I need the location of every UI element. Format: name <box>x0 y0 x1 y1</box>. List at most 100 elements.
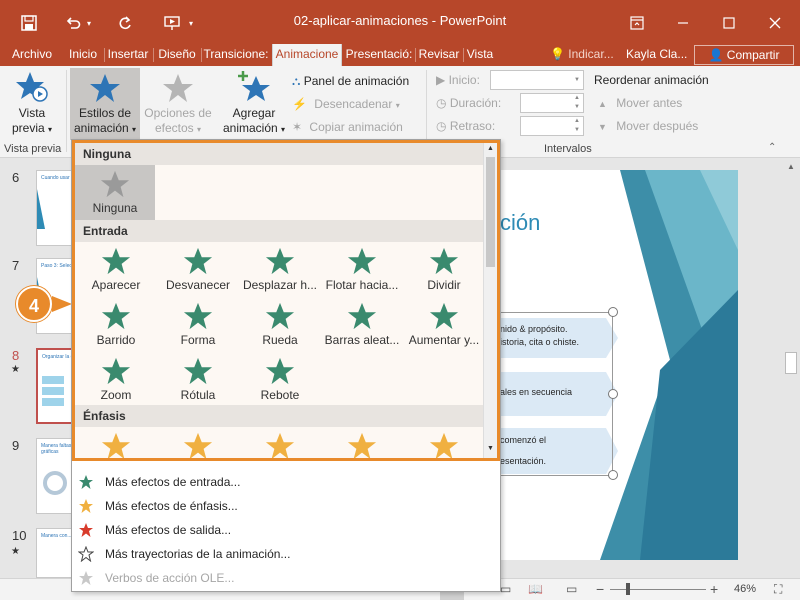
emphasis-effect-0[interactable] <box>75 427 157 458</box>
entrance-effect-9[interactable]: Aumentar y... <box>403 297 485 352</box>
tab-animaciones[interactable]: Animacione <box>272 44 342 66</box>
collapse-ribbon-icon[interactable]: ⌃ <box>768 142 776 153</box>
more-exit-effects[interactable]: Más efectos de salida... <box>72 518 500 542</box>
animation-painter-button[interactable]: ✶ Copiar animación <box>292 117 403 137</box>
tab-presentacion[interactable]: Presentació: <box>344 44 414 66</box>
entrance-effect-4[interactable]: Dividir <box>403 242 485 297</box>
more-emphasis-effects[interactable]: Más efectos de énfasis... <box>72 494 500 518</box>
duration-label: ◷ Duración: <box>436 96 502 110</box>
entrance-effect-6[interactable]: Forma <box>157 297 239 352</box>
redo-icon[interactable] <box>114 12 136 34</box>
minimize-icon[interactable] <box>672 12 694 34</box>
entrance-effect-2[interactable]: Desplazar h... <box>239 242 321 297</box>
user-name[interactable]: Kayla Cla... <box>626 44 688 66</box>
zoom-slider[interactable] <box>610 589 706 590</box>
emphasis-effect-3[interactable] <box>321 427 403 458</box>
tab-transiciones[interactable]: Transicione: <box>203 44 269 66</box>
tab-inicio[interactable]: Inicio <box>64 44 102 66</box>
scroll-thumb[interactable] <box>486 157 495 267</box>
slideshow-view-icon[interactable]: ▭ <box>566 582 577 596</box>
lightbulb-icon: 💡 <box>550 47 565 61</box>
play-icon: ▶ <box>436 73 446 87</box>
fit-slide-icon[interactable]: ⛶ <box>774 582 782 597</box>
entrance-effect-star-icon <box>101 302 131 330</box>
emphasis-effect-2[interactable] <box>239 427 321 458</box>
entrance-effect-star-icon <box>347 302 377 330</box>
triangle-down-icon: ▼ <box>598 122 607 132</box>
entrance-effect-label: Rótula <box>180 388 216 402</box>
undo-dropdown-icon[interactable]: ▾ <box>84 12 94 34</box>
entrance-effect-5[interactable]: Barrido <box>75 297 157 352</box>
tab-diseno[interactable]: Diseño <box>155 44 199 66</box>
current-slide[interactable]: ción nido & propósito. istoria, cita o c… <box>500 170 738 560</box>
tell-me-box[interactable]: 💡 Indicar... <box>550 44 616 66</box>
entrance-effect-star-icon <box>101 357 131 385</box>
effect-none[interactable]: Ninguna <box>75 165 155 220</box>
zoom-out-icon[interactable]: − <box>596 581 604 597</box>
ole-action-verbs[interactable]: Verbos de acción OLE... <box>72 566 500 590</box>
zoom-slider-thumb[interactable] <box>626 583 630 595</box>
entrance-effect-star-icon <box>265 357 295 385</box>
resize-handle[interactable] <box>608 470 618 480</box>
zoom-level[interactable]: 46% <box>734 583 756 595</box>
tab-revisar[interactable]: Revisar <box>417 44 461 66</box>
maximize-icon[interactable] <box>718 12 740 34</box>
entrance-effect-8[interactable]: Barras aleat... <box>321 297 403 352</box>
entrance-effect-label: Barras aleat... <box>324 333 400 347</box>
entrance-effect-3[interactable]: Flotar hacia... <box>321 242 403 297</box>
section-entrance-header: Entrada <box>75 220 485 242</box>
effect-options-button[interactable]: Opciones de efectos ▾ <box>142 68 214 140</box>
entrance-effect-label: Aumentar y... <box>408 333 480 347</box>
start-select[interactable]: ▼ <box>490 70 584 90</box>
scroll-thumb[interactable] <box>785 352 797 374</box>
share-button[interactable]: 👤 Compartir <box>694 45 794 65</box>
vertical-scrollbar[interactable]: ▲ <box>782 158 800 578</box>
undo-icon[interactable] <box>62 12 84 34</box>
animation-styles-star-icon <box>90 74 120 102</box>
animation-gallery: Ninguna Ninguna Entrada Aparecer Desvanec… <box>72 140 500 461</box>
close-icon[interactable] <box>764 12 786 34</box>
entrance-effect-0[interactable]: Aparecer <box>75 242 157 297</box>
comments-icon[interactable]: ▭ <box>500 582 511 596</box>
qat-customize-icon[interactable]: ▾ <box>186 12 196 34</box>
move-later-button[interactable]: ▼ Mover después <box>598 116 698 136</box>
spin-down-icon: ▼ <box>574 127 580 133</box>
emphasis-effect-1[interactable] <box>157 427 239 458</box>
emphasis-effect-4[interactable] <box>403 427 485 458</box>
trigger-button[interactable]: ⚡ Desencadenar ▾ <box>292 94 400 114</box>
effect-options-star-icon <box>163 74 193 102</box>
entrance-effect-10[interactable]: Zoom <box>75 352 157 407</box>
resize-handle[interactable] <box>608 307 618 317</box>
tab-archivo[interactable]: Archivo <box>4 44 60 66</box>
scroll-up-icon[interactable]: ▲ <box>487 145 494 152</box>
save-icon[interactable] <box>18 12 40 34</box>
zoom-in-icon[interactable]: + <box>710 581 718 597</box>
scroll-down-icon[interactable]: ▼ <box>487 445 494 452</box>
animation-styles-button[interactable]: Estilos de animación ▾ <box>70 68 140 140</box>
move-earlier-button[interactable]: ▲ Mover antes <box>598 93 682 113</box>
present-from-start-icon[interactable] <box>162 12 184 34</box>
animation-pane-button[interactable]: ⛬ Panel de animación <box>292 71 409 91</box>
scroll-up-icon[interactable]: ▲ <box>787 162 795 171</box>
more-motion-paths[interactable]: Más trayectorias de la animación... <box>72 542 500 566</box>
preview-button[interactable]: Vista previa ▾ <box>4 70 60 140</box>
entrance-effect-11[interactable]: Rótula <box>157 352 239 407</box>
more-entrance-effects[interactable]: Más efectos de entrada... <box>72 470 500 494</box>
gallery-scrollbar[interactable]: ▲ ▼ <box>483 143 497 458</box>
ribbon-display-options-icon[interactable] <box>626 12 648 34</box>
reading-view-icon[interactable]: 📖 <box>528 582 543 596</box>
entrance-effect-star-icon <box>429 247 459 275</box>
entrance-effect-12[interactable]: Rebote <box>239 352 321 407</box>
duration-spinner[interactable]: ▲ ▼ <box>520 93 584 113</box>
title-bar: ▾ ▾ 02-aplicar-animaciones - PowerPoint <box>0 0 800 44</box>
resize-handle[interactable] <box>608 389 618 399</box>
effect-options-label-1: Opciones de <box>144 106 212 120</box>
emphasis-effect-star-icon <box>429 432 459 458</box>
add-animation-button[interactable]: Agregar animación ▾ <box>218 68 290 140</box>
delay-spinner[interactable]: ▲ ▼ <box>520 116 584 136</box>
tab-insertar[interactable]: Insertar <box>106 44 150 66</box>
entrance-effect-7[interactable]: Rueda <box>239 297 321 352</box>
tab-vista[interactable]: Vista <box>465 44 495 66</box>
entrance-effect-star-icon <box>265 302 295 330</box>
entrance-effect-1[interactable]: Desvanecer <box>157 242 239 297</box>
